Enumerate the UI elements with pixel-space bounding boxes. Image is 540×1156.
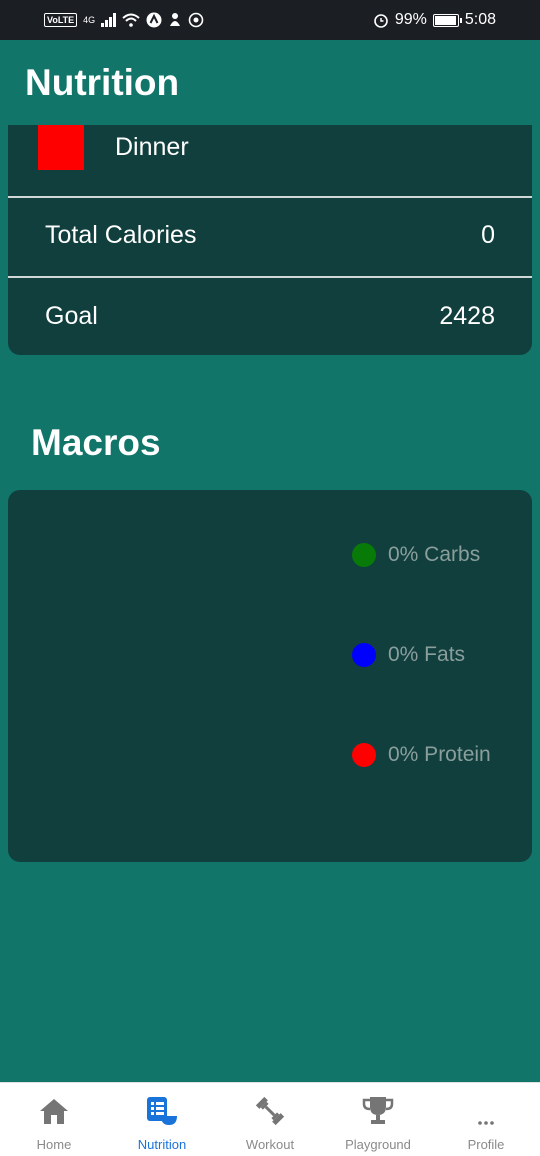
nav-item-home[interactable]: Home: [0, 1083, 108, 1156]
battery-percent: 99%: [394, 11, 427, 28]
nav-item-playground[interactable]: Playground: [324, 1083, 432, 1156]
status-right: 99% 5:08: [373, 11, 496, 29]
nav-label-nutrition: Nutrition: [137, 1137, 187, 1152]
goal-row: Goal 2428: [8, 286, 532, 346]
status-left: VoLTE 4G: [44, 12, 204, 28]
page-title: Nutrition: [25, 62, 180, 103]
meal-label: Dinner: [115, 133, 189, 161]
clock-time: 5:08: [464, 11, 496, 28]
total-calories-label: Total Calories: [45, 220, 197, 249]
wifi-icon: [122, 13, 140, 27]
goal-value: 2428: [439, 301, 495, 330]
meal-color-swatch: [38, 125, 84, 170]
app-notification-icon: [146, 12, 162, 28]
divider: [8, 196, 532, 198]
status-bar: VoLTE 4G 99% 5:08: [0, 0, 540, 40]
nav-label-playground: Playground: [345, 1137, 411, 1152]
signal-icon: [101, 13, 117, 27]
notification-icon: [170, 13, 181, 26]
fats-label: 0% Fats: [388, 643, 466, 666]
nav-item-profile[interactable]: Profile: [432, 1083, 540, 1156]
bottom-nav: Home Nutrition Workout Playground Profil…: [0, 1082, 540, 1156]
volte-badge: VoLTE: [44, 13, 78, 27]
protein-dot: [352, 743, 376, 767]
more-icon: [468, 1095, 504, 1127]
nav-label-home: Home: [36, 1137, 72, 1152]
legend-item-fats: 0% Fats: [352, 643, 465, 667]
legend-item-protein: 0% Protein: [352, 743, 491, 767]
meal-summary-card: Dinner Total Calories 0 Goal 2428: [8, 125, 532, 355]
total-calories-row: Total Calories 0: [8, 205, 532, 265]
trophy-icon: [360, 1095, 396, 1127]
dumbbell-icon: [252, 1095, 288, 1127]
meal-row-dinner[interactable]: Dinner: [8, 125, 532, 185]
nutrition-icon: [144, 1095, 180, 1127]
nav-item-workout[interactable]: Workout: [216, 1083, 324, 1156]
divider: [8, 276, 532, 278]
nav-label-workout: Workout: [245, 1137, 295, 1152]
total-calories-value: 0: [481, 220, 495, 249]
whatsapp-icon: [188, 12, 204, 28]
home-icon: [36, 1095, 72, 1127]
protein-label: 0% Protein: [388, 743, 491, 766]
macros-card: 0% Carbs 0% Fats 0% Protein: [8, 490, 532, 862]
alarm-icon: [374, 14, 388, 28]
legend-item-carbs: 0% Carbs: [352, 543, 480, 567]
macros-title: Macros: [31, 422, 161, 463]
carbs-dot: [352, 543, 376, 567]
battery-icon: [432, 13, 462, 27]
carbs-label: 0% Carbs: [388, 543, 481, 566]
nav-label-profile: Profile: [467, 1137, 505, 1152]
nav-item-nutrition[interactable]: Nutrition: [108, 1083, 216, 1156]
network-type: 4G: [83, 15, 96, 25]
fats-dot: [352, 643, 376, 667]
goal-label: Goal: [45, 301, 98, 330]
